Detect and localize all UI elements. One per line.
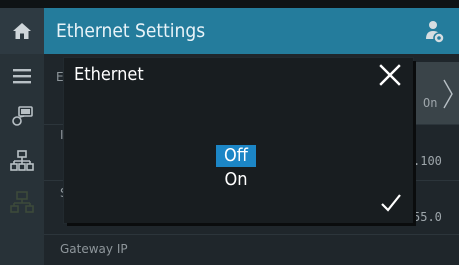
- ethernet-dialog: Ethernet Off On: [64, 58, 413, 223]
- user-settings-button[interactable]: [423, 19, 447, 45]
- row-value-ethernet: On: [423, 96, 438, 110]
- chevron-right-icon: [443, 79, 453, 109]
- close-icon: [379, 64, 401, 86]
- user-settings-icon: [426, 21, 445, 44]
- home-icon: [13, 23, 31, 39]
- menu-button[interactable]: [10, 64, 34, 88]
- confirm-button[interactable]: [379, 191, 403, 215]
- network-disabled-button: [10, 190, 34, 214]
- close-button[interactable]: [377, 62, 403, 88]
- menu-icon: [13, 69, 31, 84]
- row-value-ip: .100: [413, 154, 442, 168]
- row-label-ethernet: E: [56, 70, 64, 84]
- dialog-title: Ethernet: [74, 64, 144, 85]
- network-disabled-icon: [10, 191, 34, 213]
- home-button[interactable]: [0, 8, 44, 54]
- devices-button[interactable]: [10, 104, 34, 128]
- network-icon: [10, 150, 34, 171]
- row-divider: [44, 234, 459, 235]
- sidebar: [0, 54, 44, 265]
- option-on[interactable]: On: [216, 169, 256, 191]
- row-value-subnet: 55.0: [413, 210, 442, 224]
- option-off[interactable]: Off: [216, 145, 256, 167]
- devices-icon: [12, 106, 33, 126]
- row-label-gateway: Gateway IP: [60, 242, 128, 256]
- top-strip: [0, 0, 459, 8]
- row-label-ip: I: [60, 128, 64, 142]
- page-title: Ethernet Settings: [56, 20, 206, 42]
- network-button[interactable]: [10, 149, 34, 173]
- checkmark-icon: [381, 194, 401, 212]
